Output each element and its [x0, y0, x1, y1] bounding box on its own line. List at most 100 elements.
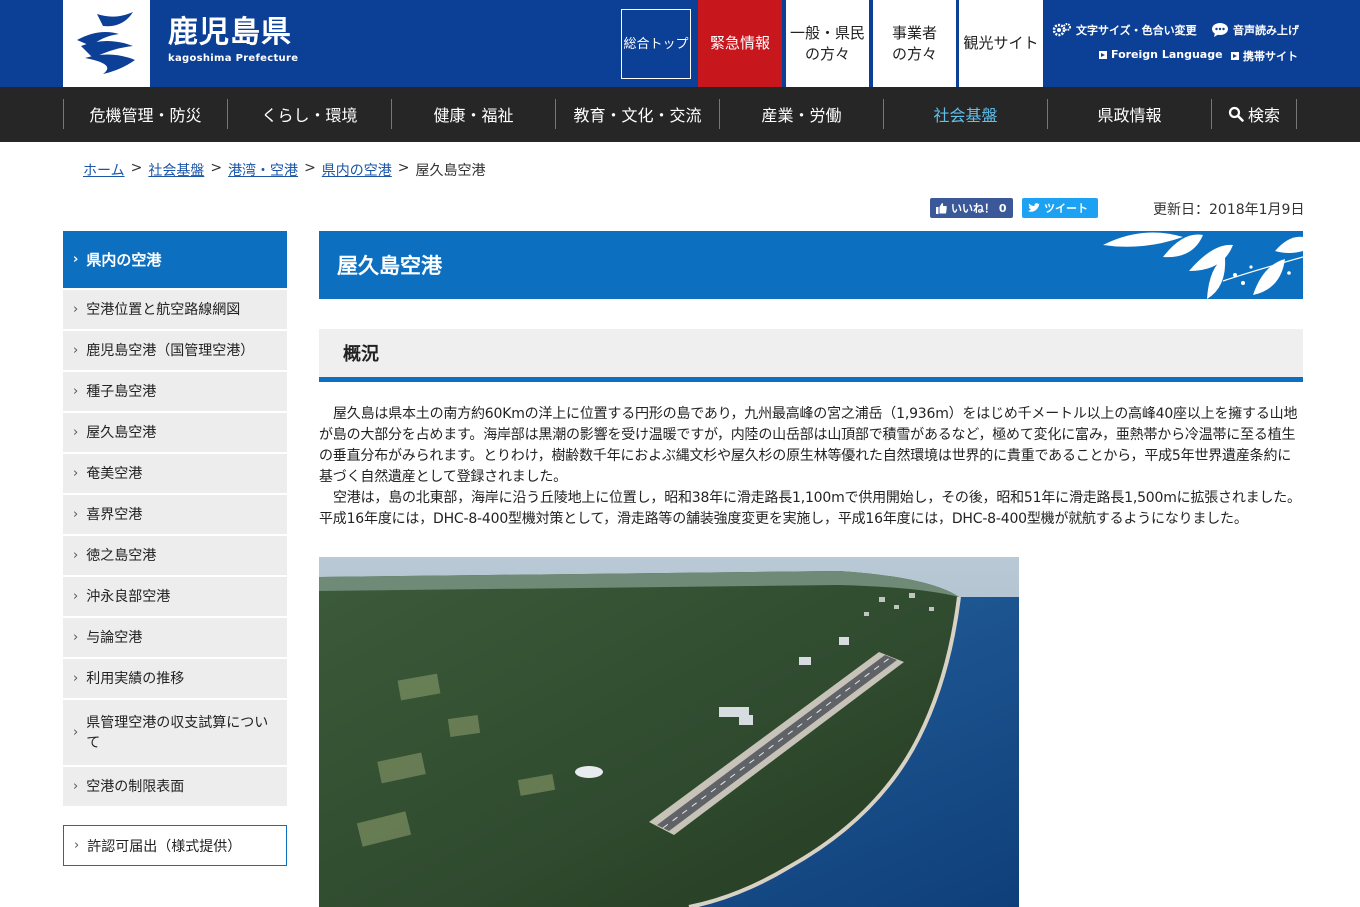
nav-item-living[interactable]: くらし・環境 [227, 99, 391, 129]
sidebar-item-label: 種子島空港 [86, 383, 157, 400]
chevron-right-icon: › [73, 301, 79, 317]
site-title-en: kagoshima Prefecture [168, 53, 299, 64]
nav-item-government[interactable]: 県政情報 [1047, 99, 1211, 129]
foreign-language-link[interactable]: Foreign Language [1099, 48, 1223, 61]
sidebar-title-label: 県内の空港 [86, 251, 162, 269]
emergency-info-button[interactable]: 緊急情報 [698, 0, 782, 87]
sidebar-item-label: 屋久島空港 [86, 424, 157, 441]
facebook-like-button[interactable]: いいね！ 0 [930, 198, 1013, 218]
page-title-bar: 屋久島空港 [319, 231, 1303, 299]
breadcrumb-separator: > [304, 160, 316, 176]
paragraph-overview: 屋久島は県本土の南方約60Kmの洋上に位置する円形の島であり，九州最高峰の宮之浦… [319, 406, 1298, 485]
site-title[interactable]: 鹿児島県 kagoshima Prefecture [168, 15, 299, 65]
mobile-site-link[interactable]: 携帯サイト [1231, 48, 1298, 64]
site-title-ja: 鹿児島県 [168, 15, 292, 50]
prefecture-logo[interactable] [63, 0, 150, 87]
airport-aerial-photo [319, 557, 1019, 907]
global-nav: 危機管理・防災 くらし・環境 健康・福祉 教育・文化・交流 産業・労働 社会基盤… [0, 87, 1360, 142]
sidebar-title[interactable]: › 県内の空港 [63, 231, 287, 290]
nav-item-education[interactable]: 教育・文化・交流 [555, 99, 719, 129]
chevron-right-icon: › [73, 465, 79, 481]
section-heading: 概況 [319, 329, 1303, 382]
voice-reading-label: 音声読み上げ [1233, 24, 1299, 37]
business-button[interactable]: 事業者 の方々 [873, 0, 956, 87]
search-label: 検索 [1247, 106, 1280, 125]
sidebar-item-yakushima[interactable]: › 屋久島空港 [63, 413, 287, 454]
arrow-box-icon [1099, 50, 1107, 59]
top-page-button[interactable]: 総合トップ [621, 9, 691, 79]
breadcrumb-airports[interactable]: 県内の空港 [322, 160, 392, 180]
speech-bubble-icon [1212, 23, 1228, 37]
sidebar-item-kagoshima-airport[interactable]: › 鹿児島空港（国管理空港） [63, 331, 287, 372]
sidebar-item-label: 利用実績の推移 [86, 670, 185, 687]
voice-reading-link[interactable]: 音声読み上げ [1211, 22, 1299, 38]
sidebar-item-label: 喜界空港 [86, 506, 143, 523]
tweet-button[interactable]: ツイート [1022, 198, 1098, 218]
sidebar-item-tanegashima[interactable]: › 種子島空港 [63, 372, 287, 413]
nav-item-disaster[interactable]: 危機管理・防災 [63, 99, 227, 129]
residents-label: 一般・県民 の方々 [789, 23, 865, 63]
sidebar-item-label: 与論空港 [86, 629, 143, 646]
sidebar-item-amami[interactable]: › 奄美空港 [63, 454, 287, 495]
sidebar-item-route-map[interactable]: › 空港位置と航空路線網図 [63, 290, 287, 331]
residents-button[interactable]: 一般・県民 の方々 [786, 0, 869, 87]
sidebar-item-label: 奄美空港 [86, 465, 143, 482]
main-text: 屋久島は県本土の南方約60Kmの洋上に位置する円形の島であり，九州最高峰の宮之浦… [319, 404, 1303, 530]
breadcrumb-ports-airports[interactable]: 港湾・空港 [228, 160, 298, 180]
chevron-right-icon: › [73, 342, 79, 358]
sidebar-item-balance[interactable]: › 県管理空港の収支試算について [63, 700, 287, 767]
search-icon [1228, 106, 1244, 122]
sidebar-item-label: 空港の制限表面 [86, 778, 185, 795]
sidebar-item-yoron[interactable]: › 与論空港 [63, 618, 287, 659]
chevron-right-icon: › [73, 383, 79, 399]
business-label: 事業者 の方々 [891, 23, 937, 63]
nav-item-industry[interactable]: 産業・労働 [719, 99, 883, 129]
leaf-decoration-icon [1103, 232, 1303, 299]
arrow-box-icon [1231, 52, 1239, 60]
sidebar-item-label: 鹿児島空港（国管理空港） [86, 342, 255, 359]
permit-forms-label: 許認可届出（様式提供） [87, 838, 242, 855]
nav-item-infrastructure[interactable]: 社会基盤 [883, 99, 1047, 129]
breadcrumb-home[interactable]: ホーム [83, 160, 125, 180]
sidebar-item-label: 県管理空港の収支試算について [86, 714, 269, 751]
nav-item-search[interactable]: 検索 [1211, 99, 1297, 129]
chevron-right-icon: › [73, 629, 79, 645]
twitter-bird-icon [1028, 203, 1040, 212]
breadcrumb-separator: > [130, 160, 143, 176]
sidebar-item-restriction[interactable]: › 空港の制限表面 [63, 767, 287, 808]
mobile-site-label: 携帯サイト [1243, 50, 1298, 63]
chevron-right-icon: › [73, 724, 79, 740]
chevron-right-icon: › [73, 778, 79, 794]
page-title: 屋久島空港 [337, 254, 442, 278]
thumbs-up-icon [936, 202, 947, 214]
updated-date: 更新日：2018年1月9日 [1153, 202, 1305, 218]
site-header: 鹿児島県 kagoshima Prefecture 総合トップ 緊急情報 一般・… [0, 0, 1360, 87]
like-label: いいね！ 0 [951, 202, 1007, 215]
breadcrumb-infrastructure[interactable]: 社会基盤 [148, 160, 204, 180]
aerial-photo-image [319, 557, 1019, 907]
chevron-right-icon: › [73, 547, 79, 563]
font-color-settings-label: 文字サイズ・色合い変更 [1076, 24, 1197, 37]
breadcrumb-separator: > [210, 160, 223, 176]
sidebar-item-usage-stats[interactable]: › 利用実績の推移 [63, 659, 287, 700]
sidebar-item-okinoerabu[interactable]: › 沖永良部空港 [63, 577, 287, 618]
chevron-right-icon: › [74, 838, 80, 853]
sidebar-item-tokunoshima[interactable]: › 徳之島空港 [63, 536, 287, 577]
sidebar-item-label: 徳之島空港 [86, 547, 157, 564]
tourism-site-button[interactable]: 観光サイト [959, 0, 1043, 87]
gear-icon [1052, 23, 1071, 37]
breadcrumb-separator: > [397, 160, 410, 176]
foreign-language-label: Foreign Language [1111, 48, 1223, 61]
tweet-label: ツイート [1044, 202, 1088, 215]
chevron-right-icon: › [73, 252, 79, 267]
paragraph-airport: 空港は，島の北東部，海岸に沿う丘陵地上に位置し，昭和38年に滑走路長1,100m… [319, 490, 1301, 527]
prefecture-emblem-icon [77, 12, 135, 74]
permit-forms-link[interactable]: › 許認可届出（様式提供） [63, 825, 287, 866]
sidebar-item-label: 空港位置と航空路線網図 [86, 301, 241, 318]
chevron-right-icon: › [73, 424, 79, 440]
nav-item-health[interactable]: 健康・福祉 [391, 99, 555, 129]
font-color-settings-link[interactable]: 文字サイズ・色合い変更 [1052, 22, 1197, 38]
sidebar: › 県内の空港 › 空港位置と航空路線網図 › 鹿児島空港（国管理空港） › 種子島空港… [63, 231, 287, 808]
breadcrumb-current: 屋久島空港 [415, 163, 486, 179]
sidebar-item-kikai[interactable]: › 喜界空港 [63, 495, 287, 536]
